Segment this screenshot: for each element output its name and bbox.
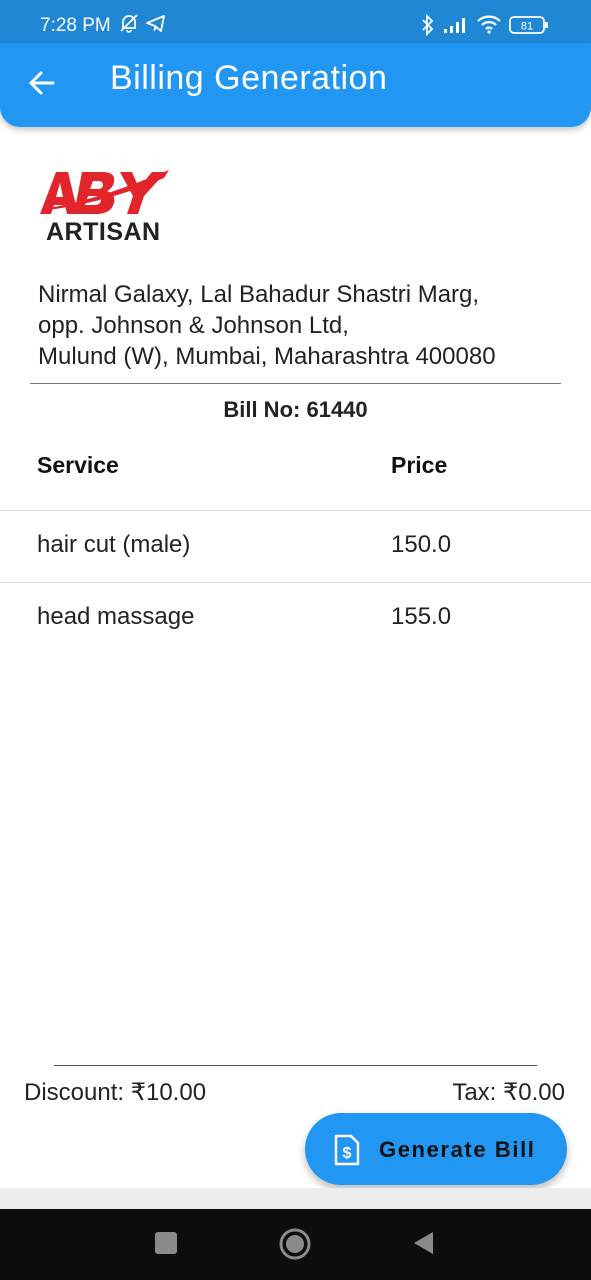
telegram-icon (146, 15, 165, 32)
battery-level: 81 (521, 21, 533, 33)
address-line-2: opp. Johnson & Johnson Ltd, (38, 312, 349, 339)
page-title: Billing Generation (110, 59, 388, 97)
aby-logo-mark (40, 170, 169, 214)
address-line-1: Nirmal Galaxy, Lal Bahadur Shastri Marg, (38, 281, 480, 308)
column-header-price: Price (391, 452, 448, 478)
discount-text: Discount: ₹10.00 (24, 1079, 207, 1106)
divider (30, 383, 561, 384)
back-button[interactable] (22, 63, 62, 103)
recents-square-icon[interactable] (152, 1229, 180, 1257)
bill-number-label: Bill No: (223, 397, 301, 422)
business-address: Nirmal Galaxy, Lal Bahadur Shastri Marg,… (38, 279, 568, 372)
content-bottom-edge (0, 1188, 591, 1209)
svg-text:$: $ (343, 1145, 352, 1162)
back-triangle-icon[interactable] (410, 1229, 438, 1257)
brand-logo: ARTISAN (38, 166, 173, 248)
tax-text: Tax: ₹0.00 (452, 1079, 565, 1106)
battery-icon: 81 (509, 16, 548, 34)
status-bar: 7:28 PM 81 (0, 0, 591, 43)
price-cell: 150.0 (391, 531, 452, 558)
service-cell: hair cut (male) (37, 531, 191, 558)
service-cell: head massage (37, 603, 195, 630)
system-nav-bar (0, 1209, 591, 1280)
status-time: 7:28 PM (40, 15, 111, 36)
bell-off-icon (120, 14, 138, 33)
table-row: head massage 155.0 (0, 582, 591, 654)
divider (54, 1065, 537, 1066)
address-line-3: Mulund (W), Mumbai, Maharashtra 400080 (38, 343, 496, 370)
logo-wordmark: ARTISAN (46, 218, 161, 246)
wifi-icon (477, 15, 501, 34)
arrow-left-icon (29, 71, 55, 95)
home-circle-icon[interactable] (278, 1227, 312, 1261)
bluetooth-icon (422, 14, 434, 36)
column-header-service: Service (37, 452, 119, 478)
bill-number-value: 61440 (306, 397, 368, 422)
price-cell: 155.0 (391, 603, 452, 630)
table-row: hair cut (male) 150.0 (0, 510, 591, 582)
generate-bill-button[interactable]: $ Generate Bill (305, 1113, 567, 1185)
signal-icon (444, 18, 465, 33)
bill-number: Bill No: 61440 (0, 397, 591, 423)
invoice-dollar-icon: $ (334, 1134, 360, 1166)
generate-bill-label: Generate Bill (379, 1137, 536, 1162)
app-bar: Billing Generation (0, 43, 591, 127)
